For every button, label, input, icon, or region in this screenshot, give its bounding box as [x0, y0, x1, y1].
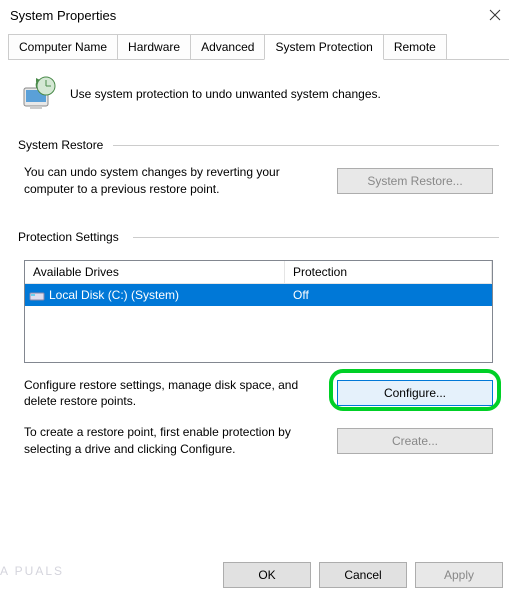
cancel-button[interactable]: Cancel	[319, 562, 407, 588]
col-protection[interactable]: Protection	[285, 261, 492, 283]
dialog-footer: OK Cancel Apply	[223, 562, 503, 588]
close-button[interactable]	[472, 0, 517, 30]
group-protection-settings: Protection Settings Available Drives Pro…	[18, 230, 499, 470]
drive-list-header: Available Drives Protection	[25, 261, 492, 284]
drive-list-empty-area	[25, 306, 492, 362]
create-desc: To create a restore point, first enable …	[24, 424, 325, 458]
create-button: Create...	[337, 428, 493, 454]
col-available-drives[interactable]: Available Drives	[25, 261, 285, 283]
tab-system-protection[interactable]: System Protection	[264, 34, 383, 60]
drive-list[interactable]: Available Drives Protection Local Disk (…	[24, 260, 493, 363]
tab-content: Use system protection to undo unwanted s…	[0, 60, 517, 504]
tab-hardware[interactable]: Hardware	[117, 34, 191, 59]
system-restore-desc: You can undo system changes by reverting…	[24, 164, 325, 198]
tab-computer-name[interactable]: Computer Name	[8, 34, 118, 59]
close-icon	[489, 9, 501, 21]
intro-row: Use system protection to undo unwanted s…	[18, 74, 499, 114]
watermark: A PUALS	[0, 551, 64, 582]
system-protection-icon	[18, 74, 58, 114]
drive-name: Local Disk (C:) (System)	[47, 288, 285, 302]
group-system-restore: System Restore You can undo system chang…	[18, 138, 499, 210]
titlebar: System Properties	[0, 0, 517, 30]
drive-icon	[29, 289, 47, 301]
apply-button: Apply	[415, 562, 503, 588]
configure-button[interactable]: Configure...	[337, 380, 493, 406]
ok-button[interactable]: OK	[223, 562, 311, 588]
intro-text: Use system protection to undo unwanted s…	[70, 87, 381, 101]
group-label-system-restore: System Restore	[18, 138, 499, 152]
drive-row[interactable]: Local Disk (C:) (System) Off	[25, 284, 492, 306]
group-label-protection-settings: Protection Settings	[18, 230, 499, 244]
system-restore-button: System Restore...	[337, 168, 493, 194]
window-title: System Properties	[10, 8, 472, 23]
tab-advanced[interactable]: Advanced	[190, 34, 265, 59]
tab-strip: Computer Name Hardware Advanced System P…	[8, 34, 509, 60]
tab-remote[interactable]: Remote	[383, 34, 447, 59]
drive-status: Off	[285, 288, 492, 302]
configure-desc: Configure restore settings, manage disk …	[24, 377, 325, 411]
